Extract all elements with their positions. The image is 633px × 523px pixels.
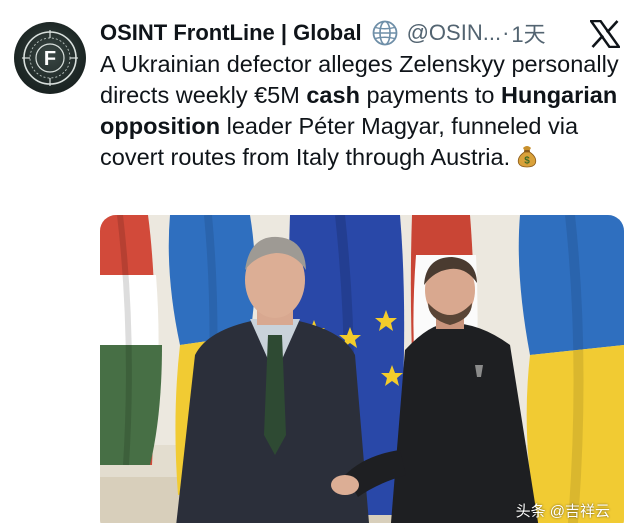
tweet-text-bold: cash	[306, 82, 360, 108]
avatar-letter: F	[44, 48, 56, 70]
osint-logo-avatar: F	[22, 30, 78, 86]
photo-scene	[100, 215, 624, 523]
tweet-text: A Ukrainian defector alleges Zelenskyy p…	[100, 49, 620, 173]
tweet-media-photo[interactable]: 头条 @吉祥云	[100, 215, 624, 523]
tweet-text-part: payments to	[359, 82, 502, 108]
separator-dot: ·	[502, 20, 510, 45]
x-logo-icon[interactable]	[589, 19, 621, 49]
author-handle[interactable]: @OSIN...	[407, 20, 501, 46]
tweet-card: F OSINT FrontLine | Global @OSIN... · 1天…	[0, 0, 633, 523]
ukrainian-flag-right	[518, 215, 624, 523]
author-avatar[interactable]: F	[14, 22, 86, 94]
tweet-header: OSINT FrontLine | Global @OSIN... · 1天	[100, 17, 563, 49]
svg-text:$: $	[524, 156, 530, 167]
globe-icon	[371, 19, 399, 47]
author-name[interactable]: OSINT FrontLine | Global	[100, 20, 362, 46]
post-time[interactable]: 1天	[511, 17, 545, 49]
watermark: 头条 @吉祥云	[515, 503, 610, 520]
money-bag-icon: $	[516, 142, 538, 168]
